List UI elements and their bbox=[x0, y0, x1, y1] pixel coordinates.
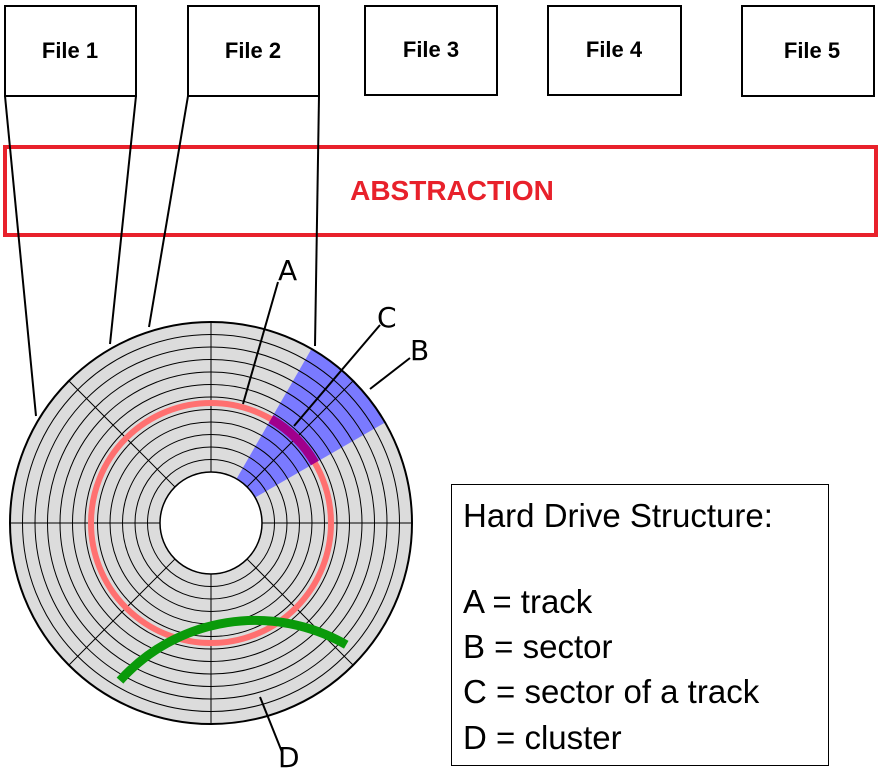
legend-title: Hard Drive Structure: bbox=[463, 497, 773, 534]
legend-entry-sector: B = sector bbox=[463, 628, 613, 665]
disk-center-hole bbox=[159, 471, 263, 575]
legend-entry-sector-of-track: C = sector of a track bbox=[463, 673, 760, 710]
marker-b-leader bbox=[369, 357, 411, 390]
abstraction-label: ABSTRACTION bbox=[350, 175, 554, 206]
marker-c-label: C bbox=[377, 301, 397, 334]
file-label-2: File 2 bbox=[225, 38, 281, 63]
file-label-4: File 4 bbox=[586, 37, 643, 62]
file-box-3: File 3 bbox=[364, 5, 498, 96]
file-box-5: File 5 bbox=[741, 5, 875, 97]
file-label-3: File 3 bbox=[403, 37, 459, 62]
legend-box: Hard Drive Structure: A = track B = sect… bbox=[451, 484, 829, 766]
file-1-left-connector bbox=[4, 95, 37, 417]
legend-entry-track: A = track bbox=[463, 583, 593, 620]
file-label-1: File 1 bbox=[42, 38, 98, 63]
hard-drive-disk bbox=[9, 321, 413, 725]
file-box-4: File 4 bbox=[547, 5, 682, 96]
legend-entry-cluster: D = cluster bbox=[463, 719, 622, 756]
marker-b-label: B bbox=[410, 334, 429, 367]
file-label-5: File 5 bbox=[784, 38, 840, 63]
abstraction-band: ABSTRACTION bbox=[3, 145, 878, 237]
marker-b: B bbox=[369, 334, 429, 390]
file-boxes: File 1 File 2 File 3 File 4 File 5 bbox=[4, 5, 875, 97]
marker-a-label: A bbox=[278, 254, 297, 287]
marker-d-label: D bbox=[278, 741, 300, 774]
file-box-1: File 1 bbox=[4, 5, 137, 97]
file-box-2: File 2 bbox=[187, 5, 320, 97]
